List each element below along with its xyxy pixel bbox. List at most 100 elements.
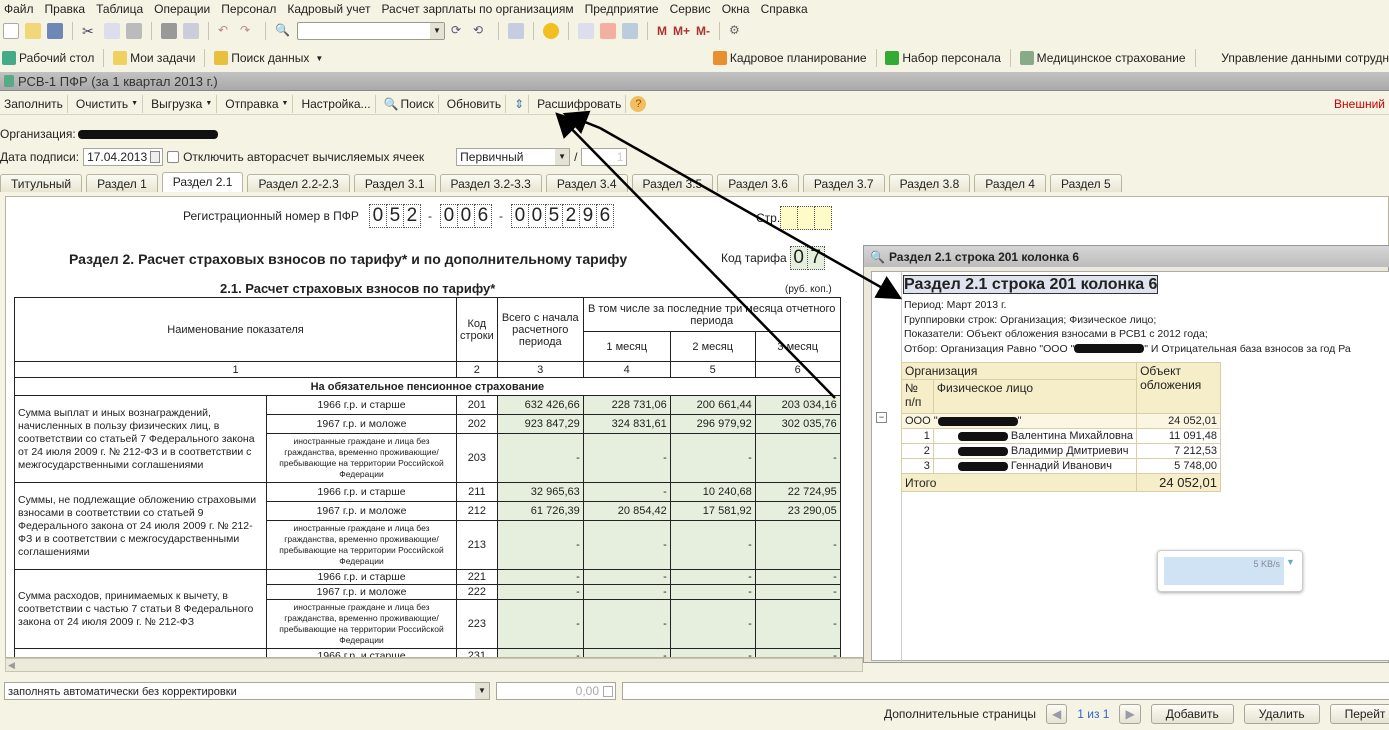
value-cell[interactable]: 22 724,95 (754, 482, 841, 502)
person-row[interactable]: 2 Владимир Дмитриевич 7 212,53 (901, 443, 1221, 459)
expand-collapse-icon[interactable]: ⇕ (510, 94, 530, 113)
value-cell[interactable]: - (754, 584, 841, 600)
tab-Раздел-3.4[interactable]: Раздел 3.4 (545, 174, 628, 192)
date-field[interactable]: 17.04.2013 (83, 148, 164, 166)
tab-Раздел-5[interactable]: Раздел 5 (1049, 174, 1122, 192)
form-toolbar-button[interactable]: Обновить (443, 94, 507, 113)
kind-select[interactable]: Первичный ▼ (456, 148, 571, 166)
chevron-down-icon[interactable]: ▼ (555, 149, 570, 165)
menu-item[interactable]: Предприятие (585, 2, 659, 16)
page-cell[interactable] (797, 206, 816, 230)
help-icon[interactable]: ? (630, 95, 647, 112)
value-cell[interactable]: - (669, 569, 756, 585)
value-cell[interactable]: 23 290,05 (754, 501, 841, 521)
redo-icon[interactable]: ↷ (240, 23, 256, 39)
value-cell[interactable]: - (754, 599, 841, 649)
tab-Раздел-3.8[interactable]: Раздел 3.8 (888, 174, 971, 192)
value-cell[interactable]: - (496, 520, 584, 570)
find-next-icon[interactable]: ⟳ (451, 23, 467, 39)
registration-digit[interactable]: 0 (368, 204, 387, 228)
value-cell[interactable]: 200 661,44 (669, 395, 756, 415)
menu-item[interactable]: Правка (45, 2, 86, 16)
chevron-down-icon[interactable]: ▼ (475, 683, 489, 699)
scroll-left-icon[interactable]: ◀ (8, 660, 15, 671)
value-cell[interactable]: 632 426,66 (496, 395, 584, 415)
form-toolbar-button[interactable]: Отправка ▼ (221, 94, 294, 113)
form-toolbar-button[interactable]: Очистить ▼ (72, 94, 144, 113)
value-cell[interactable]: 228 731,06 (582, 395, 671, 415)
correction-number-field[interactable]: 1 (581, 148, 628, 166)
calculator-icon[interactable] (578, 23, 594, 39)
paste-icon[interactable] (126, 23, 142, 39)
calculator-icon[interactable] (603, 686, 613, 697)
form-toolbar-button[interactable]: 🔍 Поиск (380, 94, 439, 113)
chevron-down-icon[interactable]: ▼ (430, 23, 444, 39)
amount-field[interactable]: 0,00 (496, 682, 616, 700)
open-icon[interactable] (25, 23, 41, 39)
value-cell[interactable]: 302 035,76 (754, 414, 841, 434)
tab-Раздел-2.1[interactable]: Раздел 2.1 (161, 172, 244, 192)
calendar-icon[interactable] (150, 151, 161, 163)
menu-item[interactable]: Кадровый учет (287, 2, 370, 16)
tab-Раздел-3.1[interactable]: Раздел 3.1 (353, 174, 436, 192)
page-cell[interactable] (814, 206, 833, 230)
registration-digit[interactable]: 0 (527, 204, 546, 228)
copy-icon[interactable] (104, 23, 120, 39)
person-row[interactable]: 3 Геннадий Иванович 5 748,00 (901, 458, 1221, 474)
windows-icon[interactable] (508, 23, 524, 39)
preview-icon[interactable] (183, 23, 199, 39)
search-input[interactable]: ▼ (297, 22, 445, 40)
tab-Раздел-4[interactable]: Раздел 4 (974, 174, 1046, 192)
registration-digit[interactable]: 0 (510, 204, 529, 228)
tab-Раздел-1[interactable]: Раздел 1 (86, 174, 158, 192)
new-document-icon[interactable] (3, 23, 19, 39)
value-cell[interactable]: 203 034,16 (754, 395, 841, 415)
value-cell[interactable]: 17 581,92 (669, 501, 756, 521)
panel-item[interactable]: Поиск данных (214, 51, 309, 65)
goto-button[interactable]: Перейт (1329, 704, 1389, 724)
panel-item[interactable]: Управление данными сотрудн (1204, 51, 1389, 65)
form-toolbar-button[interactable]: Настройка... (297, 94, 376, 113)
info-icon[interactable] (543, 23, 559, 39)
panel-item[interactable]: Кадровое планирование (712, 51, 867, 65)
prev-page-button[interactable]: ◀ (1046, 704, 1068, 724)
value-cell[interactable]: - (669, 433, 756, 483)
horizontal-scrollbar[interactable]: ◀ (5, 658, 863, 672)
value-cell[interactable]: - (582, 520, 671, 570)
menu-item[interactable]: Сервис (670, 2, 711, 16)
autocalc-checkbox[interactable] (167, 151, 180, 163)
value-cell[interactable]: 32 965,63 (496, 482, 584, 502)
calendar-icon[interactable] (600, 23, 616, 39)
delete-button[interactable]: Удалить (1243, 704, 1320, 724)
value-cell[interactable]: 324 831,61 (582, 414, 671, 434)
value-cell[interactable]: 61 726,39 (496, 501, 584, 521)
form-toolbar-button[interactable]: Расшифровать (533, 94, 627, 113)
memory-subtract-button[interactable]: M- (696, 24, 710, 38)
page-cell[interactable] (780, 206, 799, 230)
registration-digit[interactable]: 6 (473, 204, 492, 228)
value-cell[interactable]: - (496, 599, 584, 649)
cut-icon[interactable]: ✂ (82, 23, 98, 39)
registration-digit[interactable]: 5 (385, 204, 404, 228)
value-cell[interactable]: 923 847,29 (496, 414, 584, 434)
form-toolbar-button[interactable]: Выгрузка ▼ (147, 94, 218, 113)
value-cell[interactable]: - (669, 584, 756, 600)
menu-item[interactable]: Файл (4, 2, 34, 16)
collapse-icon[interactable]: − (876, 412, 887, 423)
tools-icon[interactable]: ⚙ (729, 23, 745, 39)
value-cell[interactable]: - (496, 584, 584, 600)
tab-Раздел-3.5[interactable]: Раздел 3.5 (631, 174, 714, 192)
value-cell[interactable]: - (754, 648, 841, 657)
tab-Раздел-3.6[interactable]: Раздел 3.6 (717, 174, 799, 192)
value-cell[interactable]: - (582, 433, 671, 483)
value-cell[interactable]: 20 854,42 (582, 501, 671, 521)
value-cell[interactable]: - (669, 599, 756, 649)
value-cell[interactable]: - (582, 648, 671, 657)
comment-field[interactable] (622, 682, 1389, 700)
form-toolbar-button[interactable]: Заполнить (0, 94, 68, 113)
menu-item[interactable]: Персонал (221, 2, 276, 16)
value-cell[interactable]: - (496, 433, 584, 483)
value-cell[interactable]: 10 240,68 (669, 482, 756, 502)
panel-item[interactable]: Мои задачи (113, 51, 195, 65)
save-icon[interactable] (47, 23, 63, 39)
